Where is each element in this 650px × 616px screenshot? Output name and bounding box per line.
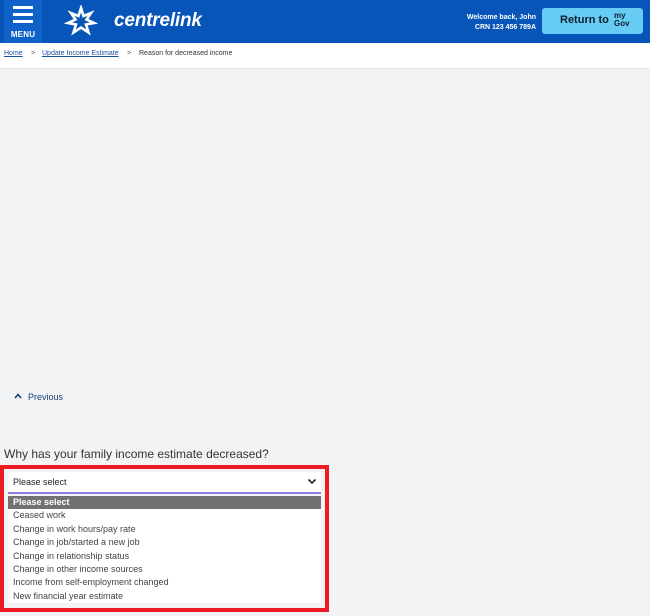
chevron-down-icon <box>307 478 317 485</box>
breadcrumb-separator: > <box>31 50 36 57</box>
option-please-select[interactable]: Please select <box>8 496 321 510</box>
breadcrumb-update-income-link[interactable]: Update Income Estimate <box>42 50 119 57</box>
return-label: Return to <box>560 14 609 26</box>
return-to-mygov-button[interactable]: Return to my Gov <box>542 8 643 34</box>
option-financial-year[interactable]: New financial year estimate <box>8 590 321 603</box>
breadcrumb-separator: > <box>127 50 132 57</box>
option-work-hours[interactable]: Change in work hours/pay rate <box>8 523 321 536</box>
reason-options-list: Please select Ceased work Change in work… <box>8 496 321 604</box>
option-other-income[interactable]: Change in other income sources <box>8 563 321 576</box>
option-new-job[interactable]: Change in job/started a new job <box>8 536 321 549</box>
option-relationship[interactable]: Change in relationship status <box>8 550 321 563</box>
menu-label: MENU <box>10 30 36 39</box>
reason-select[interactable]: Please select <box>8 472 321 494</box>
menu-button[interactable]: MENU <box>4 0 42 43</box>
select-value: Please select <box>13 477 67 487</box>
welcome-name: Welcome back, John <box>466 14 536 21</box>
centrelink-star-icon <box>64 5 98 36</box>
previous-label: Previous <box>28 392 64 402</box>
breadcrumb-home-link[interactable]: Home <box>4 50 23 57</box>
mygov-logo: my Gov <box>614 11 630 28</box>
welcome-info: Welcome back, John CRN 123 456 789A <box>467 13 536 33</box>
option-ceased-work[interactable]: Ceased work <box>8 509 321 522</box>
previous-link[interactable]: Previous <box>14 392 63 402</box>
site-header: MENU centrelink Welcome back, John CRN 1… <box>0 0 650 43</box>
breadcrumb: Home > Update Income Estimate > Reason f… <box>0 43 650 69</box>
chevron-up-icon <box>14 393 22 399</box>
brand-name[interactable]: centrelink <box>114 10 202 32</box>
question-label: Why has your family income estimate decr… <box>4 447 269 461</box>
breadcrumb-current: Reason for decreased income <box>139 50 233 57</box>
crn-number: CRN 123 456 789A <box>474 24 536 31</box>
option-self-employment[interactable]: Income from self-employment changed <box>8 576 321 589</box>
hamburger-icon <box>13 6 33 27</box>
